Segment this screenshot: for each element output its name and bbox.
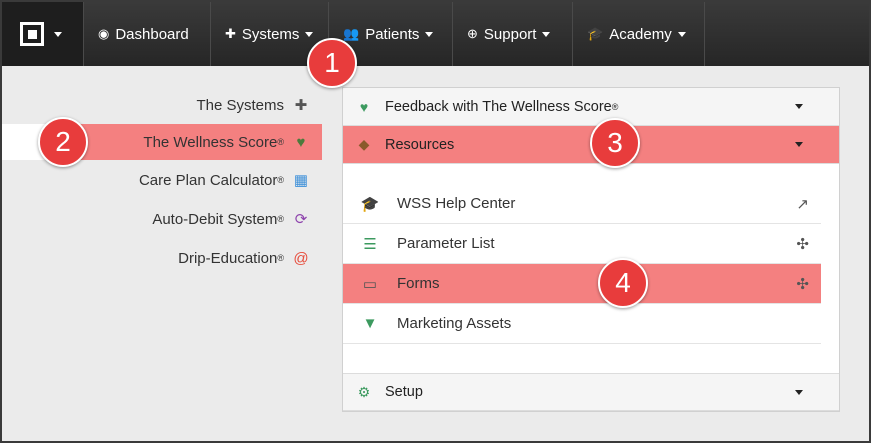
sidebar-item-label: Auto-Debit System — [152, 210, 278, 228]
nav-support-label: Support — [483, 25, 537, 43]
heartbeat-icon: ♥ — [296, 133, 306, 151]
registered-mark: ® — [277, 214, 284, 224]
sidebar-item-the-systems[interactable]: The Systems ✚ — [196, 87, 310, 123]
calculator-icon: ▦ — [293, 172, 309, 189]
chevron-down-icon — [542, 31, 551, 37]
sidebar-item-label: Care Plan Calculator — [138, 171, 278, 189]
nav-systems-label: Systems — [241, 25, 300, 43]
registered-mark: ® — [611, 101, 619, 112]
resource-row-wss-help-center[interactable]: 🎓 WSS Help Center ↗ — [343, 184, 821, 224]
resource-row-marketing-assets[interactable]: ▼ Marketing Assets — [343, 304, 821, 344]
chevron-down-icon — [795, 389, 803, 395]
chevron-down-icon — [425, 31, 434, 37]
sidebar-item-label: The Wellness Score — [143, 133, 278, 151]
puzzle-icon: ✚ — [225, 26, 236, 41]
sidebar-item-drip-education[interactable]: Drip-Education ® @ — [178, 240, 310, 276]
graduation-cap-icon: 🎓 — [587, 26, 604, 41]
external-link-icon[interactable]: ↗ — [796, 195, 809, 213]
sidebar-item-label: Drip-Education — [178, 249, 278, 267]
setup-label: Setup — [385, 384, 423, 400]
registered-mark: ® — [277, 253, 284, 263]
nav-academy[interactable]: 🎓 Academy — [573, 2, 705, 66]
chevron-down-icon — [795, 104, 803, 109]
feedback-accordion-header[interactable]: ♥ Feedback with The Wellness Score ® — [343, 88, 839, 126]
sidebar-item-auto-debit-system[interactable]: Auto-Debit System ® ⟳ — [152, 201, 310, 237]
at-icon: @ — [293, 249, 309, 267]
resource-row-parameter-list[interactable]: ☰ Parameter List ✣ — [343, 224, 821, 264]
puzzle-icon: ✚ — [294, 97, 308, 114]
nav-dashboard-label: Dashboard — [115, 25, 189, 43]
gears-icon: ⚙ — [357, 383, 371, 400]
pinwheel-icon[interactable]: ✣ — [796, 275, 809, 293]
chevron-down-icon — [305, 31, 314, 37]
registered-mark: ® — [277, 137, 284, 147]
resource-row-label: WSS Help Center — [397, 195, 516, 212]
registered-mark: ® — [277, 175, 284, 185]
annotation-badge-1: 1 — [307, 38, 357, 88]
resource-row-label: Forms — [397, 275, 440, 292]
chevron-down-icon — [795, 142, 803, 147]
pinwheel-icon[interactable]: ✣ — [796, 235, 809, 253]
annotation-badge-3: 3 — [590, 118, 640, 168]
users-icon: 👥 — [343, 26, 360, 41]
diamond-icon: ◆ — [358, 136, 370, 152]
nav-patients-label: Patients — [365, 25, 420, 43]
folder-open-icon: ▭ — [362, 275, 378, 293]
nav-academy-label: Academy — [609, 25, 672, 43]
chevron-down-icon — [677, 31, 686, 37]
refresh-icon: ⟳ — [294, 211, 308, 228]
resources-label: Resources — [385, 136, 455, 153]
setup-accordion-header[interactable]: ⚙ Setup — [343, 373, 839, 411]
resource-row-label: Parameter List — [397, 235, 495, 252]
chevron-down-icon — [54, 31, 62, 37]
annotation-badge-4: 4 — [598, 258, 648, 308]
list-icon: ☰ — [363, 235, 377, 253]
resource-row-forms[interactable]: ▭ Forms ✣ — [343, 264, 821, 304]
sidebar-item-label: The Systems — [196, 96, 284, 114]
app-frame: ◉ Dashboard ✚ Systems 👥 Patients ⊕ Suppo… — [0, 0, 871, 443]
graduation-cap-icon: 🎓 — [360, 195, 380, 213]
heartbeat-icon: ♥ — [359, 98, 369, 115]
sidebar-item-care-plan-calculator[interactable]: Care Plan Calculator ® ▦ — [139, 162, 310, 198]
annotation-badge-2: 2 — [38, 117, 88, 167]
resource-row-label: Marketing Assets — [397, 315, 512, 332]
nav-dashboard[interactable]: ◉ Dashboard — [84, 2, 211, 66]
filter-icon: ▼ — [362, 315, 378, 332]
nav-support[interactable]: ⊕ Support — [453, 2, 573, 66]
sidebar-item-wellness-score[interactable]: The Wellness Score ® ♥ — [143, 124, 310, 160]
feedback-label: Feedback with The Wellness Score — [385, 98, 612, 115]
brand-menu[interactable] — [2, 2, 84, 66]
lifebuoy-icon: ⊕ — [467, 26, 478, 41]
dashboard-icon: ◉ — [98, 26, 110, 41]
top-navbar: ◉ Dashboard ✚ Systems 👥 Patients ⊕ Suppo… — [2, 2, 869, 66]
brand-logo-icon — [20, 22, 44, 46]
